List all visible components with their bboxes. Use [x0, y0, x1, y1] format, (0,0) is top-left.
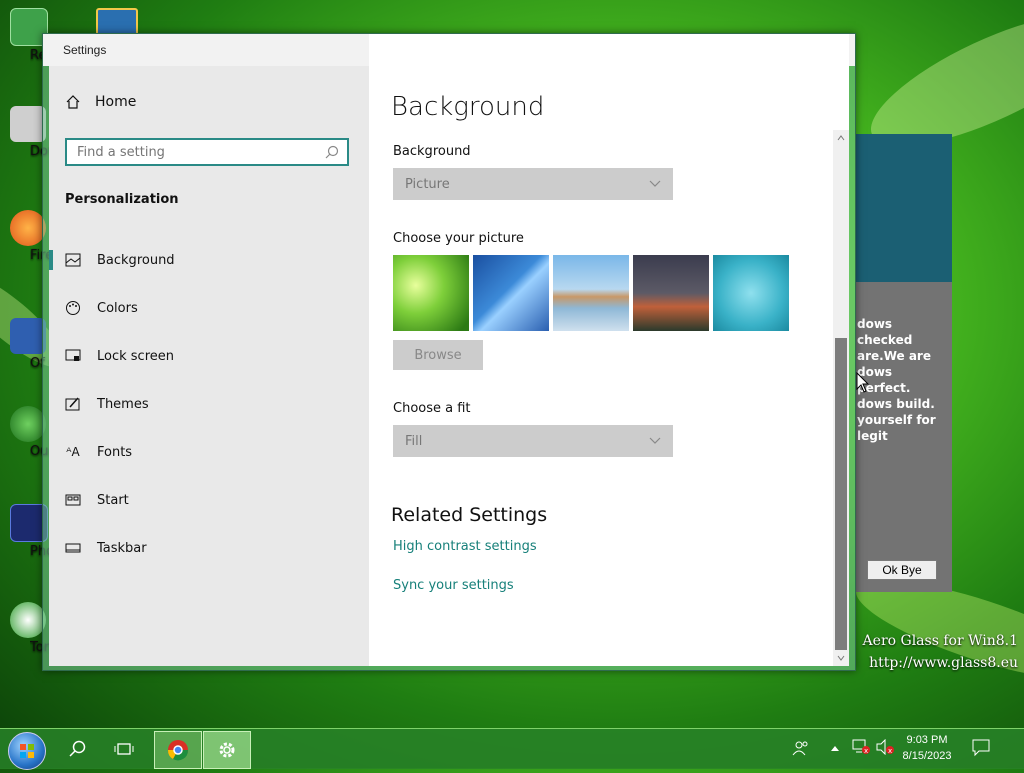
our-windows-icon — [10, 406, 46, 442]
palette-icon — [66, 301, 80, 315]
picture-thumbnail[interactable] — [393, 255, 469, 331]
gear-icon — [219, 742, 235, 758]
clock[interactable]: 9:03 PM 8/15/2023 — [892, 732, 962, 764]
taskbar-icon — [65, 543, 81, 553]
nav-item-label: Fonts — [97, 444, 133, 460]
network-disconnected-icon: x — [852, 739, 870, 755]
task-view-icon — [114, 743, 134, 755]
ok-bye-button[interactable]: Ok Bye — [867, 560, 937, 580]
related-settings-heading: Related Settings — [391, 504, 548, 526]
firefox-icon — [10, 210, 46, 246]
chevron-down-icon — [649, 180, 661, 187]
search-icon — [325, 145, 339, 159]
svg-text:x: x — [864, 747, 868, 755]
nav-item-lock-screen[interactable]: Lock screen — [49, 332, 369, 380]
search-taskbar-button[interactable] — [58, 733, 98, 765]
scroll-down-arrow[interactable] — [833, 650, 849, 666]
scroll-up-arrow[interactable] — [833, 130, 849, 146]
page-title: Background — [391, 92, 545, 122]
torrent-icon — [10, 602, 46, 638]
download-center-icon — [10, 106, 46, 142]
popup-message: dows checked are.We are dows perfect. do… — [857, 317, 936, 443]
chevron-down-icon — [837, 655, 845, 661]
search-icon — [69, 740, 86, 757]
themes-icon — [65, 397, 80, 411]
window-title: Settings — [63, 43, 107, 57]
popup-header-band — [855, 134, 952, 282]
taskbar-app-chrome[interactable] — [154, 731, 202, 769]
background-label: Background — [393, 144, 471, 159]
background-popup-window: dows checked are.We are dows perfect. do… — [855, 134, 952, 592]
search-field[interactable] — [65, 138, 349, 166]
dropdown-value: Fill — [405, 433, 423, 449]
dropdown-value: Picture — [405, 176, 450, 192]
content-scroll-area: Background Picture Choose your picture B… — [369, 130, 831, 666]
settings-window: Settings Home Personalization Background — [42, 33, 856, 671]
nav-item-background[interactable]: Background — [49, 236, 369, 284]
nav-item-start[interactable]: Start — [49, 476, 369, 524]
show-hidden-icons-button[interactable] — [830, 741, 840, 756]
office-icon — [10, 318, 46, 354]
personalization-nav-list: Background Colors Lock screen Themes ᴬA … — [49, 236, 369, 572]
nav-item-label: Lock screen — [97, 348, 174, 364]
nav-item-label: Colors — [97, 300, 138, 316]
watermark-line: Aero Glass for Win8.1 — [862, 633, 1018, 649]
picture-thumbnail[interactable] — [553, 255, 629, 331]
chevron-up-icon — [837, 135, 845, 141]
task-view-button[interactable] — [104, 733, 144, 765]
picture-thumbnail[interactable] — [633, 255, 709, 331]
scrollbar-thumb[interactable] — [835, 338, 847, 650]
search-input[interactable] — [67, 140, 327, 164]
nav-item-colors[interactable]: Colors — [49, 284, 369, 332]
people-icon — [792, 741, 808, 756]
picture-icon — [65, 253, 81, 267]
watermark: Aero Glass for Win8.1 http://www.glass8.… — [863, 630, 1018, 674]
choose-fit-label: Choose a fit — [393, 401, 471, 416]
home-nav-item[interactable]: Home — [65, 94, 136, 110]
choose-picture-label: Choose your picture — [393, 231, 524, 246]
clock-time: 9:03 PM — [906, 734, 948, 746]
mouse-cursor-icon — [856, 372, 870, 393]
lock-screen-icon — [65, 349, 81, 361]
notification-icon — [972, 739, 990, 757]
section-title: Personalization — [65, 192, 179, 207]
windows-logo-icon — [20, 744, 34, 758]
fit-dropdown[interactable]: Fill — [393, 425, 673, 457]
network-button[interactable]: x — [852, 739, 870, 759]
vertical-scrollbar[interactable] — [833, 130, 849, 666]
people-button[interactable] — [792, 739, 810, 761]
chevron-up-icon — [831, 746, 839, 751]
nav-item-label: Background — [97, 252, 175, 268]
high-contrast-link[interactable]: High contrast settings — [393, 539, 537, 554]
taskbar: x x 9:03 PM 8/15/2023 — [0, 728, 1024, 770]
sync-settings-link[interactable]: Sync your settings — [393, 578, 514, 593]
chevron-down-icon — [649, 437, 661, 444]
home-label: Home — [95, 94, 137, 110]
browse-button[interactable]: Browse — [393, 340, 483, 370]
fonts-icon: ᴬA — [66, 445, 80, 459]
navigation-pane: Home Personalization Background Colors L… — [49, 66, 369, 666]
background-type-dropdown[interactable]: Picture — [393, 168, 673, 200]
picture-thumbnail[interactable] — [473, 255, 549, 331]
action-center-button[interactable] — [972, 739, 990, 761]
taskbar-app-settings[interactable] — [203, 731, 251, 769]
content-pane: Background Background Picture Choose you… — [369, 34, 849, 666]
picture-gallery — [393, 255, 789, 331]
nav-item-taskbar[interactable]: Taskbar — [49, 524, 369, 572]
nav-item-label: Taskbar — [97, 540, 147, 556]
browser-icon — [167, 740, 189, 761]
nav-item-label: Start — [97, 492, 129, 508]
nav-item-label: Themes — [97, 396, 149, 412]
nav-item-themes[interactable]: Themes — [49, 380, 369, 428]
home-icon — [66, 95, 80, 109]
picture-thumbnail[interactable] — [713, 255, 789, 331]
start-button[interactable] — [8, 732, 46, 770]
start-icon — [65, 494, 81, 506]
clock-date: 8/15/2023 — [902, 750, 952, 762]
nav-item-fonts[interactable]: ᴬA Fonts — [49, 428, 369, 476]
watermark-line: http://www.glass8.eu — [869, 655, 1018, 671]
